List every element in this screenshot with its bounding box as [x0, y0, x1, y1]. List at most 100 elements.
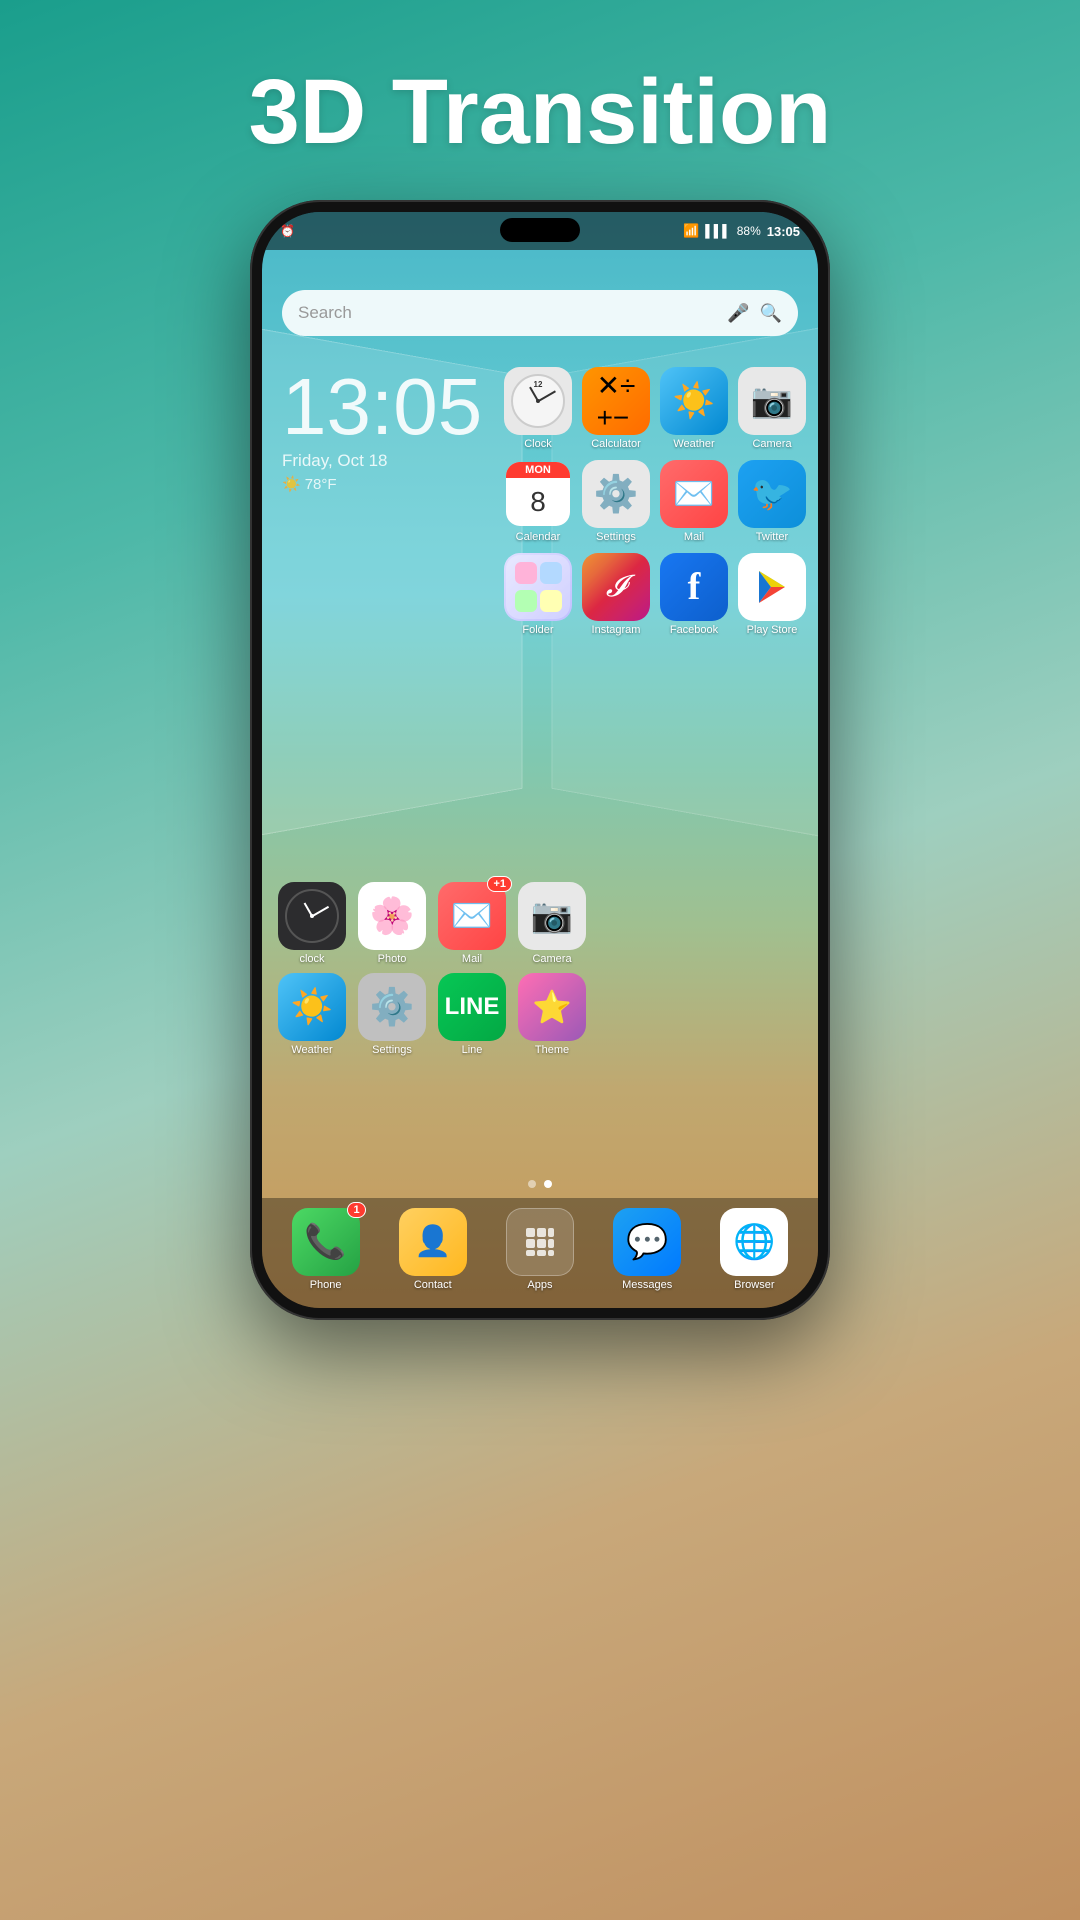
app-label-line: Line — [462, 1044, 483, 1056]
photo-icon: 🌸 — [370, 895, 415, 937]
app-icon-mail-left: ✉️ +1 — [438, 882, 506, 950]
app-label-facebook: Facebook — [670, 624, 718, 636]
app-label-camera: Camera — [752, 438, 791, 450]
dock-item-browser[interactable]: 🌐 Browser — [720, 1208, 788, 1291]
phone-inner: ⏰ 📶 ▌▌▌ 88% 13:05 Search 🎤 🔍 — [262, 212, 818, 1308]
dock-label-browser: Browser — [734, 1279, 774, 1291]
app-label-instagram: Instagram — [592, 624, 641, 636]
app-item-settings[interactable]: ⚙️ Settings — [580, 460, 652, 543]
folder-mini-1 — [515, 562, 537, 584]
app-item-twitter[interactable]: 🐦 Twitter — [736, 460, 808, 543]
calculator-icon-symbol: ✕÷+− — [597, 369, 636, 434]
page-title: 3D Transition — [0, 60, 1080, 165]
app-item-weather[interactable]: ☀️ Weather — [658, 367, 730, 450]
app-item-calculator[interactable]: ✕÷+− Calculator — [580, 367, 652, 450]
camera-icon: 📷 — [751, 381, 793, 421]
search-icon[interactable]: 🔍 — [760, 303, 782, 324]
weather-icon-left: ☀️ — [291, 987, 333, 1027]
app-item-line[interactable]: LINE Line — [436, 973, 508, 1056]
dock-item-contact[interactable]: 👤 Contact — [399, 1208, 467, 1291]
clock-dark-min — [312, 906, 329, 917]
search-bar[interactable]: Search 🎤 🔍 — [282, 290, 798, 336]
app-item-photo[interactable]: 🌸 Photo — [356, 882, 428, 965]
left-row-1: clock 🌸 Photo ✉️ +1 — [276, 882, 588, 965]
app-item-mail-left[interactable]: ✉️ +1 Mail — [436, 882, 508, 965]
app-label-settings-left: Settings — [372, 1044, 412, 1056]
battery-percent: 88% — [737, 224, 761, 238]
app-item-camera-left[interactable]: 📷 Camera — [516, 882, 588, 965]
apps-grid-icon — [522, 1224, 558, 1260]
calendar-icon-inner: MON 8 — [506, 462, 570, 526]
phone-screen: ⏰ 📶 ▌▌▌ 88% 13:05 Search 🎤 🔍 — [262, 212, 818, 1308]
app-item-theme[interactable]: ⭐ Theme — [516, 973, 588, 1056]
dock-label-contact: Contact — [414, 1279, 452, 1291]
dock-label-messages: Messages — [622, 1279, 672, 1291]
app-item-playstore[interactable]: Play Store — [736, 553, 808, 636]
dock-icon-contact: 👤 — [399, 1208, 467, 1276]
app-item-calendar[interactable]: MON 8 Calendar — [502, 460, 574, 543]
app-icon-clock: 12 — [504, 367, 572, 435]
microphone-icon[interactable]: 🎤 — [727, 303, 749, 324]
mail-badge: +1 — [487, 876, 512, 892]
settings-icon-left: ⚙️ — [370, 986, 415, 1028]
app-icon-twitter: 🐦 — [738, 460, 806, 528]
theme-icon: ⭐ — [532, 988, 572, 1026]
app-icon-weather-left: ☀️ — [278, 973, 346, 1041]
app-label-playstore: Play Store — [747, 624, 798, 636]
app-icon-weather: ☀️ — [660, 367, 728, 435]
folder-mini-2 — [540, 562, 562, 584]
app-label-mail: Mail — [684, 531, 704, 543]
notch-camera — [500, 218, 580, 242]
phone-icon: 📞 — [304, 1222, 346, 1262]
app-item-mail[interactable]: ✉️ Mail — [658, 460, 730, 543]
clock-minute-hand — [538, 390, 556, 401]
search-icons: 🎤 🔍 — [727, 303, 782, 324]
app-icon-settings: ⚙️ — [582, 460, 650, 528]
folder-mini-3 — [515, 590, 537, 612]
app-grid-right: 12 Clock ✕÷+− Calculator ☀️ — [502, 367, 808, 636]
app-item-clock[interactable]: 12 Clock — [502, 367, 574, 450]
dock-item-phone[interactable]: 📞 1 Phone — [292, 1208, 360, 1291]
app-label-settings: Settings — [596, 531, 636, 543]
app-icon-settings-left: ⚙️ — [358, 973, 426, 1041]
app-label-weather: Weather — [673, 438, 714, 450]
app-item-facebook[interactable]: f Facebook — [658, 553, 730, 636]
alarm-status-icon: ⏰ — [280, 224, 295, 238]
app-icon-line: LINE — [438, 973, 506, 1041]
app-icon-instagram: 𝓘 — [582, 553, 650, 621]
app-icon-theme: ⭐ — [518, 973, 586, 1041]
app-item-settings-left[interactable]: ⚙️ Settings — [356, 973, 428, 1056]
app-label-photo: Photo — [378, 953, 407, 965]
app-item-weather-left[interactable]: ☀️ Weather — [276, 973, 348, 1056]
status-time: 13:05 — [767, 224, 800, 239]
dock: 📞 1 Phone 👤 Contact — [262, 1198, 818, 1308]
app-icon-calculator: ✕÷+− — [582, 367, 650, 435]
clock-widget-time: 13:05 — [282, 367, 482, 447]
dock-label-apps: Apps — [527, 1279, 552, 1291]
app-label-camera-left: Camera — [532, 953, 571, 965]
app-item-camera[interactable]: 📷 Camera — [736, 367, 808, 450]
app-icon-mail: ✉️ — [660, 460, 728, 528]
playstore-svg — [753, 568, 791, 606]
app-icon-clock-left — [278, 882, 346, 950]
phone-frame: ⏰ 📶 ▌▌▌ 88% 13:05 Search 🎤 🔍 — [250, 200, 830, 1320]
mail-icon-left: ✉️ — [451, 896, 493, 936]
app-item-clock-left[interactable]: clock — [276, 882, 348, 965]
clock-widget-weather: ☀️ 78°F — [282, 475, 482, 493]
dock-item-apps[interactable]: Apps — [506, 1208, 574, 1291]
weather-icon-widget: ☀️ — [282, 475, 301, 493]
app-icon-folder — [504, 553, 572, 621]
cal-date-num: 8 — [506, 478, 570, 526]
dock-icon-apps — [506, 1208, 574, 1276]
left-panel-apps: clock 🌸 Photo ✉️ +1 — [276, 882, 588, 1064]
left-row-2: ☀️ Weather ⚙️ Settings LINE — [276, 973, 588, 1056]
folder-icon-inner — [506, 555, 570, 619]
app-item-instagram[interactable]: 𝓘 Instagram — [580, 553, 652, 636]
app-item-folder[interactable]: Folder — [502, 553, 574, 636]
dock-icon-phone: 📞 1 — [292, 1208, 360, 1276]
wifi-icon: 📶 — [683, 223, 699, 239]
app-icon-camera-left: 📷 — [518, 882, 586, 950]
facebook-icon: f — [688, 565, 701, 609]
camera-icon-left: 📷 — [531, 896, 573, 936]
dock-item-messages[interactable]: 💬 Messages — [613, 1208, 681, 1291]
